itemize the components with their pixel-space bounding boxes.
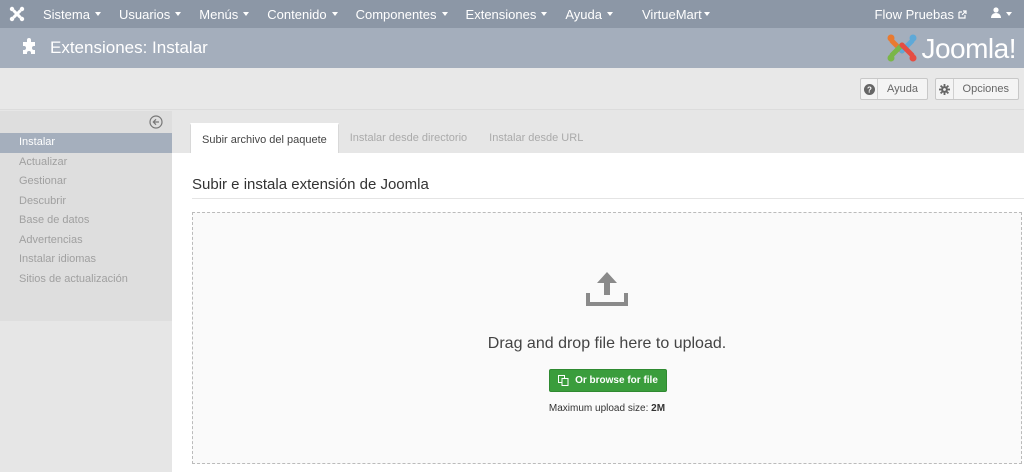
sidebar-item-sitios-actualizacion[interactable]: Sitios de actualización bbox=[0, 270, 172, 290]
nav-item-usuarios[interactable]: Usuarios bbox=[110, 0, 190, 28]
collapse-sidebar-icon[interactable] bbox=[149, 115, 163, 132]
nav-item-label: Usuarios bbox=[118, 6, 171, 22]
brand-wordmark: Joomla! bbox=[921, 32, 1016, 64]
external-link-icon bbox=[958, 7, 967, 22]
caret-down-icon bbox=[331, 12, 338, 16]
nav-item-label: VirtueMart bbox=[642, 6, 702, 22]
caret-down-icon bbox=[94, 12, 101, 16]
options-button[interactable]: Opciones bbox=[935, 78, 1019, 100]
caret-down-icon bbox=[1006, 12, 1012, 16]
sidebar-item-descubrir[interactable]: Descubrir bbox=[0, 192, 172, 212]
svg-text:?: ? bbox=[867, 85, 872, 94]
nav-item-label: Componentes bbox=[355, 6, 437, 22]
browse-for-file-button[interactable]: Or browse for file bbox=[549, 369, 667, 392]
nav-item-label: Sistema bbox=[43, 6, 90, 22]
options-button-label: Opciones bbox=[962, 83, 1009, 95]
max-upload-size: Maximum upload size: 2M bbox=[193, 403, 1021, 414]
caret-down-icon bbox=[541, 12, 548, 16]
section-divider bbox=[192, 198, 1024, 199]
help-button-label: Ayuda bbox=[887, 83, 918, 95]
sidebar-item-gestionar[interactable]: Gestionar bbox=[0, 172, 172, 192]
upload-dropzone[interactable]: Drag and drop file here to upload. Or br… bbox=[192, 212, 1022, 464]
user-menu-button[interactable] bbox=[979, 0, 1024, 28]
help-button[interactable]: ? Ayuda bbox=[860, 78, 928, 100]
tab-upload-package[interactable]: Subir archivo del paquete bbox=[190, 123, 339, 154]
nav-item-label: Contenido bbox=[267, 6, 327, 22]
site-link-label: Flow Pruebas bbox=[874, 6, 954, 22]
joomla-brand: Joomla! bbox=[886, 31, 1016, 66]
page-header: Extensiones: Instalar Joomla! bbox=[0, 28, 1024, 68]
caret-down-icon bbox=[243, 12, 250, 16]
sidebar-item-base-de-datos[interactable]: Base de datos bbox=[0, 211, 172, 231]
joomla-logo-icon bbox=[886, 31, 918, 66]
upload-icon bbox=[586, 271, 628, 310]
question-circle-icon: ? bbox=[861, 79, 878, 99]
sidebar-item-advertencias[interactable]: Advertencias bbox=[0, 231, 172, 251]
gear-icon bbox=[936, 79, 954, 99]
copy-icon bbox=[558, 375, 569, 386]
nav-item-sistema[interactable]: Sistema bbox=[34, 0, 110, 28]
page-title: Extensiones: Instalar bbox=[50, 38, 208, 57]
sidebar-item-instalar[interactable]: Instalar bbox=[0, 133, 172, 153]
tab-install-from-url[interactable]: Instalar desde URL bbox=[478, 123, 594, 154]
nav-item-label: Ayuda bbox=[565, 6, 602, 22]
nav-item-virtuemart[interactable]: VirtueMart bbox=[622, 0, 719, 28]
sidebar: Instalar Actualizar Gestionar Descubrir … bbox=[0, 111, 172, 321]
nav-item-label: Extensiones bbox=[465, 6, 537, 22]
top-navbar: Sistema Usuarios Menús Contenido Compone… bbox=[0, 0, 1024, 28]
site-link[interactable]: Flow Pruebas bbox=[865, 7, 979, 22]
sidebar-item-instalar-idiomas[interactable]: Instalar idiomas bbox=[0, 250, 172, 270]
nav-item-menus[interactable]: Menús bbox=[190, 0, 258, 28]
tab-panel: Subir e instala extensión de Joomla Drag… bbox=[172, 153, 1024, 472]
nav-item-label: Menús bbox=[199, 6, 239, 22]
caret-down-icon bbox=[607, 12, 613, 16]
caret-down-icon bbox=[703, 12, 710, 16]
toolbar: ? Ayuda Opciones bbox=[0, 68, 1024, 110]
nav-right: Flow Pruebas bbox=[865, 0, 1024, 28]
sidebar-menu: Instalar Actualizar Gestionar Descubrir … bbox=[0, 133, 172, 289]
nav-item-extensiones[interactable]: Extensiones bbox=[457, 0, 557, 28]
nav-item-ayuda[interactable]: Ayuda bbox=[556, 0, 622, 28]
joomla-logo-icon[interactable] bbox=[0, 0, 34, 28]
user-icon bbox=[991, 7, 1001, 21]
section-title: Subir e instala extensión de Joomla bbox=[192, 176, 429, 193]
browse-button-label: Or browse for file bbox=[575, 375, 658, 386]
caret-down-icon bbox=[441, 12, 448, 16]
nav-item-componentes[interactable]: Componentes bbox=[347, 0, 457, 28]
install-tabs: Subir archivo del paquete Instalar desde… bbox=[190, 123, 594, 154]
nav-item-contenido[interactable]: Contenido bbox=[258, 0, 346, 28]
tab-install-from-directory[interactable]: Instalar desde directorio bbox=[339, 123, 478, 154]
max-size-value: 2M bbox=[651, 403, 666, 414]
main-menu: Sistema Usuarios Menús Contenido Compone… bbox=[34, 0, 719, 28]
max-size-label: Maximum upload size: bbox=[548, 403, 649, 414]
sidebar-item-actualizar[interactable]: Actualizar bbox=[0, 153, 172, 173]
caret-down-icon bbox=[175, 12, 182, 16]
main-content: Subir archivo del paquete Instalar desde… bbox=[172, 111, 1024, 472]
drag-drop-text: Drag and drop file here to upload. bbox=[487, 335, 727, 352]
puzzle-icon bbox=[21, 38, 39, 59]
